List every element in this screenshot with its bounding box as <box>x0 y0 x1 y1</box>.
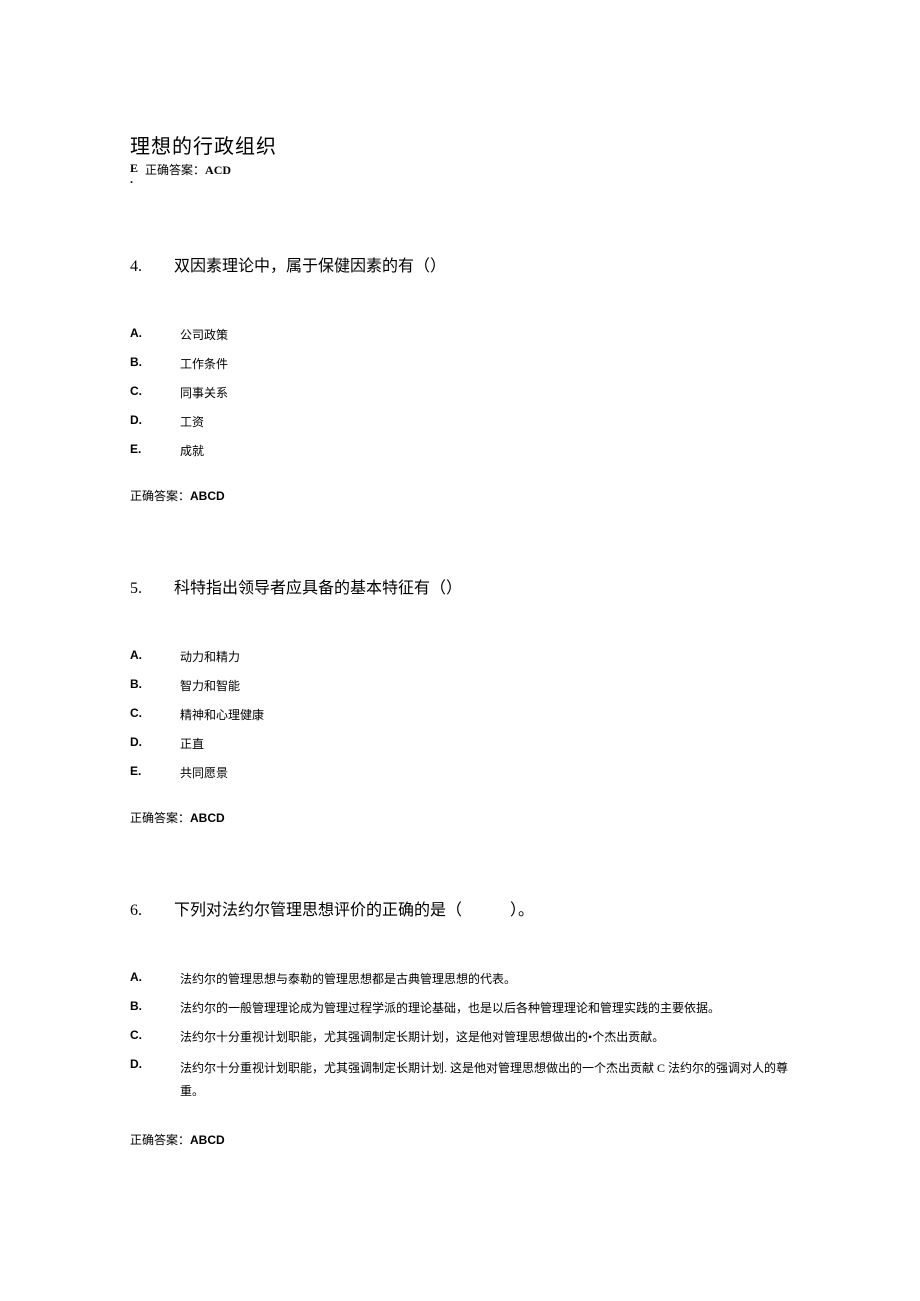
option-text: 法约尔的一般管理理论成为管理过程学派的理论基础，也是以后各种管理理论和管理实践的… <box>180 999 720 1016</box>
question-5: 5. 科特指出领导者应具备的基本特征有（） A.动力和精力 B.智力和智能 C.… <box>130 574 790 826</box>
option-letter: A. <box>130 648 180 665</box>
option-text: 法约尔的管理思想与泰勒的管理思想都是古典管理思想的代表。 <box>180 970 516 987</box>
option-c: C.法约尔十分重视计划职能，尤其强调制定长期计划，这是他对管理思想做出的•个杰出… <box>130 1028 790 1045</box>
option-e: E.共同愿景 <box>130 764 790 781</box>
option-text: 智力和智能 <box>180 677 240 694</box>
question-6: 6. 下列对法约尔管理思想评价的正确的是（ ）。 A.法约尔的管理思想与泰勒的管… <box>130 896 790 1148</box>
option-a: A.动力和精力 <box>130 648 790 665</box>
option-letter: D. <box>130 413 180 430</box>
option-text: 法约尔十分重视计划职能，尤其强调制定长期计划，这是他对管理思想做出的•个杰出贡献… <box>180 1028 664 1045</box>
option-b: B.智力和智能 <box>130 677 790 694</box>
option-letter: B. <box>130 999 180 1016</box>
question-text: 科特指出领导者应具备的基本特征有（） <box>174 580 462 597</box>
question-text: 双因素理论中，属于保健因素的有（） <box>174 258 446 275</box>
document-page: 理想的行政组织 E 正确答案：ACD . 4. 双因素理论中，属于保健因素的有（… <box>0 0 920 1208</box>
option-text: 成就 <box>180 442 204 459</box>
header-title: 理想的行政组织 <box>130 130 790 159</box>
option-text: 正直 <box>180 735 204 752</box>
answer-value: ABCD <box>190 811 225 825</box>
options-list: A.法约尔的管理思想与泰勒的管理思想都是古典管理思想的代表。 B.法约尔的一般管… <box>130 970 790 1103</box>
option-letter: E. <box>130 442 180 459</box>
answer-value: ABCD <box>190 1133 225 1147</box>
option-text: 法约尔十分重视计划职能，尤其强调制定长期计划. 这是他对管理思想做出的一个杰出贡… <box>180 1057 790 1103</box>
answer-label: 正确答案： <box>130 1133 190 1147</box>
answer-row: 正确答案：ABCD <box>130 487 790 504</box>
option-letter: B. <box>130 355 180 372</box>
option-letter: B. <box>130 677 180 694</box>
option-letter: D. <box>130 735 180 752</box>
option-text: 工资 <box>180 413 204 430</box>
option-letter: E. <box>130 764 180 781</box>
question-number: 5. <box>130 580 170 598</box>
option-b: B.工作条件 <box>130 355 790 372</box>
option-text: 公司政策 <box>180 326 228 343</box>
question-number: 6. <box>130 902 170 920</box>
option-text: 同事关系 <box>180 384 228 401</box>
option-a: A.公司政策 <box>130 326 790 343</box>
option-text: 精神和心理健康 <box>180 706 264 723</box>
option-letter: C. <box>130 384 180 401</box>
option-b: B.法约尔的一般管理理论成为管理过程学派的理论基础，也是以后各种管理理论和管理实… <box>130 999 790 1016</box>
option-d: D.正直 <box>130 735 790 752</box>
answer-label: 正确答案： <box>130 811 190 825</box>
option-text: 动力和精力 <box>180 648 240 665</box>
question-head: 6. 下列对法约尔管理思想评价的正确的是（ ）。 <box>130 896 790 920</box>
question-number: 4. <box>130 258 170 276</box>
option-letter: A. <box>130 970 180 987</box>
option-text: 工作条件 <box>180 355 228 372</box>
question-head: 4. 双因素理论中，属于保健因素的有（） <box>130 252 790 276</box>
option-a: A.法约尔的管理思想与泰勒的管理思想都是古典管理思想的代表。 <box>130 970 790 987</box>
options-list: A.公司政策 B.工作条件 C.同事关系 D.工资 E.成就 <box>130 326 790 459</box>
option-e: E.成就 <box>130 442 790 459</box>
options-list: A.动力和精力 B.智力和智能 C.精神和心理健康 D.正直 E.共同愿景 <box>130 648 790 781</box>
option-letter: C. <box>130 1028 180 1045</box>
option-text: 共同愿景 <box>180 764 228 781</box>
question-4: 4. 双因素理论中，属于保健因素的有（） A.公司政策 B.工作条件 C.同事关… <box>130 252 790 504</box>
question-head: 5. 科特指出领导者应具备的基本特征有（） <box>130 574 790 598</box>
answer-row: 正确答案：ABCD <box>130 809 790 826</box>
option-d: D.工资 <box>130 413 790 430</box>
answer-label: 正确答案： <box>130 489 190 503</box>
option-c: C.精神和心理健康 <box>130 706 790 723</box>
header-answer-label: 正确答案： <box>145 163 205 177</box>
option-letter: D. <box>130 1057 180 1103</box>
option-letter: A. <box>130 326 180 343</box>
answer-value: ABCD <box>190 489 225 503</box>
answer-row: 正确答案：ABCD <box>130 1131 790 1148</box>
header-answer-value: ACD <box>205 163 231 177</box>
question-text: 下列对法约尔管理思想评价的正确的是（ ）。 <box>174 902 534 919</box>
header-block: 理想的行政组织 E 正确答案：ACD . <box>130 130 790 182</box>
option-c: C.同事关系 <box>130 384 790 401</box>
option-d: D.法约尔十分重视计划职能，尤其强调制定长期计划. 这是他对管理思想做出的一个杰… <box>130 1057 790 1103</box>
option-letter: C. <box>130 706 180 723</box>
